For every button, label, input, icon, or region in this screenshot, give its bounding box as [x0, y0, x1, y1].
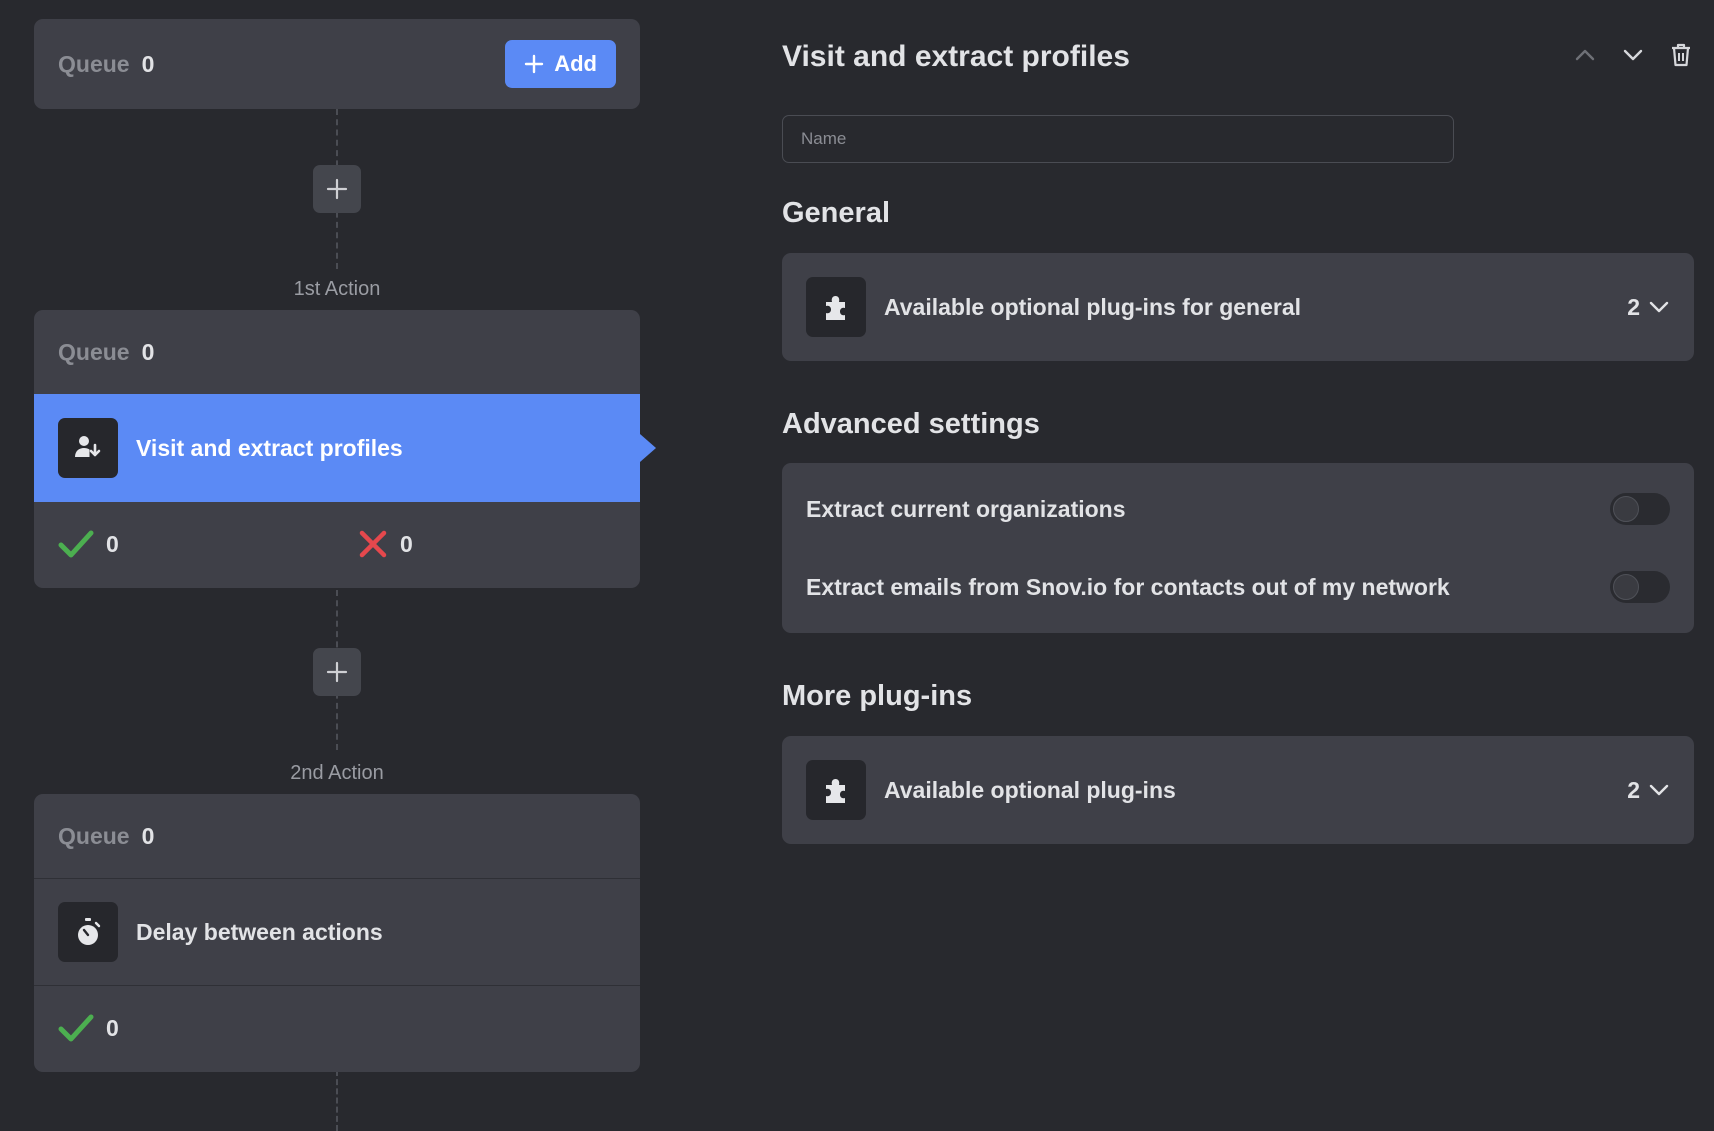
option-label: Extract current organizations	[806, 495, 1126, 522]
add-button-label: Add	[554, 51, 597, 76]
action-step-label: 2nd Action	[290, 762, 384, 784]
start-queue-card: Queue 0 Add	[34, 19, 640, 109]
toggle-switch[interactable]	[1610, 493, 1670, 525]
stopwatch-icon	[58, 902, 118, 962]
plugin-count: 2	[1627, 294, 1670, 321]
action-title: Visit and extract profiles	[136, 434, 403, 461]
plus-icon	[326, 178, 348, 200]
option-label: Extract emails from Snov.io for contacts…	[806, 573, 1450, 600]
check-icon	[58, 530, 94, 558]
queue-count: 0	[141, 338, 155, 365]
cross-icon	[359, 530, 387, 558]
panel-toolbar	[1572, 42, 1694, 68]
plus-icon	[525, 54, 544, 74]
trash-icon[interactable]	[1668, 42, 1694, 68]
more-plugins-dropdown[interactable]: Available optional plug-ins 2	[782, 736, 1694, 844]
section-title-general: General	[782, 197, 890, 229]
queue-label: Queue	[58, 338, 130, 365]
puzzle-icon	[806, 277, 866, 337]
toggle-knob	[1613, 574, 1639, 600]
option-row: Extract current organizations	[782, 470, 1694, 548]
advanced-settings-box: Extract current organizations Extract em…	[782, 463, 1694, 633]
check-icon	[58, 1014, 94, 1042]
more-plugins-box: Available optional plug-ins 2	[782, 736, 1694, 844]
option-row: Extract emails from Snov.io for contacts…	[782, 548, 1694, 626]
add-button[interactable]: Add	[505, 40, 616, 88]
success-stat: 0	[58, 529, 358, 559]
toggle-knob	[1613, 496, 1639, 522]
success-count: 0	[106, 530, 119, 557]
insert-action-button[interactable]	[313, 165, 361, 213]
queue-count: 0	[141, 822, 155, 849]
plugin-count: 2	[1627, 777, 1670, 804]
general-plugins-dropdown[interactable]: Available optional plug-ins for general …	[782, 253, 1694, 361]
section-title-advanced: Advanced settings	[782, 408, 1040, 440]
chevron-up-icon[interactable]	[1572, 42, 1598, 68]
action-card: Queue 0 Visit and extract profiles 0 0	[34, 310, 656, 588]
queue-count: 0	[141, 50, 155, 77]
general-plugins-box: Available optional plug-ins for general …	[782, 253, 1694, 361]
chevron-down-icon[interactable]	[1620, 42, 1646, 68]
action-step-label: 1st Action	[293, 278, 381, 300]
name-input[interactable]	[782, 115, 1454, 163]
toggle-switch[interactable]	[1610, 571, 1670, 603]
queue-label: Queue	[58, 822, 130, 849]
puzzle-icon	[806, 760, 866, 820]
plugin-label: Available optional plug-ins for general	[884, 293, 1302, 320]
plugin-count-value: 2	[1627, 776, 1640, 803]
panel-title: Visit and extract profiles	[782, 40, 1130, 73]
chevron-down-icon	[1649, 301, 1669, 313]
action-card: Queue 0 Delay between actions 0	[34, 794, 640, 1072]
selection-pointer	[640, 434, 656, 462]
fail-count: 0	[400, 530, 413, 557]
user-download-icon	[58, 418, 118, 478]
section-title-more-plugins: More plug-ins	[782, 680, 973, 712]
queue-label: Queue	[58, 50, 130, 77]
success-stat: 0	[58, 1013, 119, 1043]
action-title: Delay between actions	[136, 918, 383, 945]
action-step-visit-extract[interactable]: Visit and extract profiles	[34, 394, 656, 502]
plugin-label: Available optional plug-ins	[884, 776, 1176, 803]
plus-icon	[326, 661, 348, 683]
action-step-delay[interactable]: Delay between actions	[34, 878, 640, 986]
success-count: 0	[106, 1014, 119, 1041]
plugin-count-value: 2	[1627, 293, 1640, 320]
chevron-down-icon	[1649, 784, 1669, 796]
insert-action-button[interactable]	[313, 648, 361, 696]
fail-stat: 0	[358, 529, 413, 559]
flow-connector	[336, 1070, 338, 1131]
